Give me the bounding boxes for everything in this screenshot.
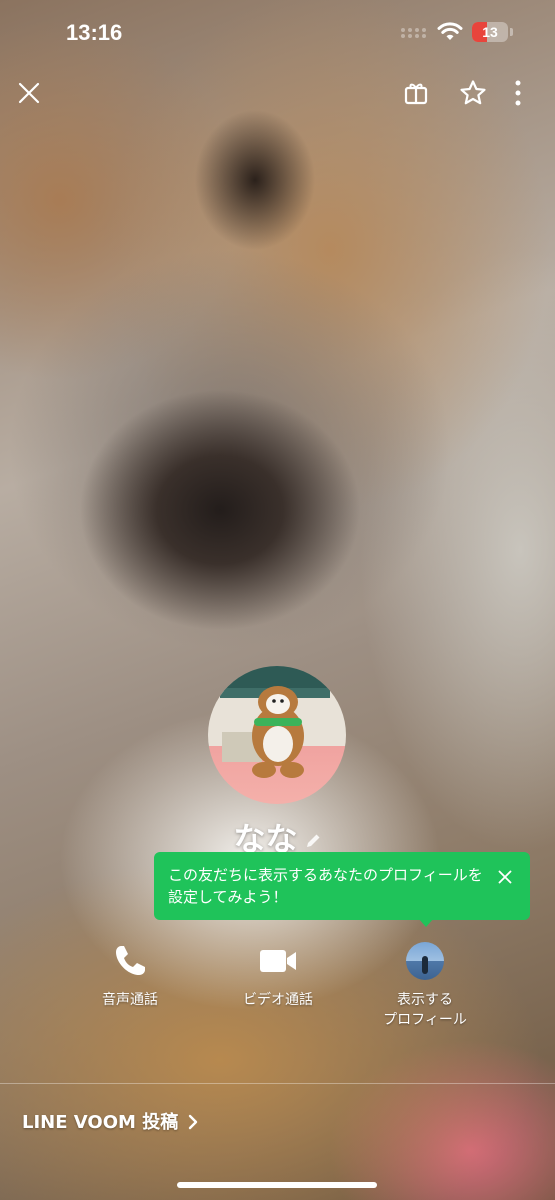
close-icon bbox=[18, 82, 40, 104]
close-button[interactable] bbox=[11, 75, 47, 111]
gift-icon bbox=[404, 83, 428, 105]
gift-button[interactable] bbox=[398, 75, 434, 111]
profile-avatar-icon-wrap bbox=[365, 940, 485, 982]
profile-avatar[interactable] bbox=[208, 666, 346, 804]
pencil-icon[interactable] bbox=[304, 832, 322, 850]
voom-label: LINE VOOM 投稿 bbox=[22, 1112, 179, 1133]
tooltip-close-button[interactable] bbox=[492, 864, 518, 890]
battery-tip bbox=[510, 28, 513, 36]
tooltip-arrow bbox=[418, 918, 434, 927]
profile-screen: 13:16 13 なな この友だちに表示するあなたのプロフィールを設定してみよう… bbox=[0, 0, 555, 1200]
more-button[interactable] bbox=[500, 75, 536, 111]
line-voom-posts-link[interactable]: LINE VOOM 投稿 bbox=[22, 1108, 198, 1134]
tooltip-text: この友だちに表示するあなたのプロフィールを設定してみよう！ bbox=[168, 866, 483, 906]
avatar-image bbox=[220, 686, 330, 778]
display-profile-button[interactable]: 表示する プロフィール bbox=[365, 940, 485, 1030]
more-icon bbox=[515, 80, 521, 106]
battery-indicator: 13 bbox=[472, 22, 508, 42]
favorite-button[interactable] bbox=[455, 75, 491, 111]
wifi-icon bbox=[437, 22, 463, 40]
phone-icon-wrap bbox=[70, 940, 190, 982]
chevron-right-icon bbox=[189, 1114, 198, 1130]
phone-icon bbox=[116, 946, 145, 975]
status-time: 13:16 bbox=[66, 20, 123, 45]
video-call-label: ビデオ通話 bbox=[243, 992, 313, 1008]
display-profile-label: 表示する プロフィール bbox=[383, 992, 467, 1028]
profile-avatar-icon bbox=[406, 942, 444, 980]
status-bar: 13:16 13 bbox=[0, 0, 555, 62]
video-icon bbox=[260, 950, 296, 972]
star-icon bbox=[460, 80, 486, 105]
divider bbox=[0, 1083, 555, 1084]
cellular-signal-icon bbox=[401, 28, 426, 38]
video-icon-wrap bbox=[218, 940, 338, 982]
mini-figure bbox=[422, 956, 428, 974]
home-indicator[interactable] bbox=[177, 1182, 377, 1188]
profile-tip-tooltip[interactable]: この友だちに表示するあなたのプロフィールを設定してみよう！ bbox=[154, 852, 530, 920]
battery-level: 13 bbox=[482, 24, 498, 40]
close-icon bbox=[498, 870, 512, 884]
video-call-button[interactable]: ビデオ通話 bbox=[218, 940, 338, 1010]
voice-call-button[interactable]: 音声通話 bbox=[70, 940, 190, 1010]
voice-call-label: 音声通話 bbox=[102, 992, 158, 1008]
